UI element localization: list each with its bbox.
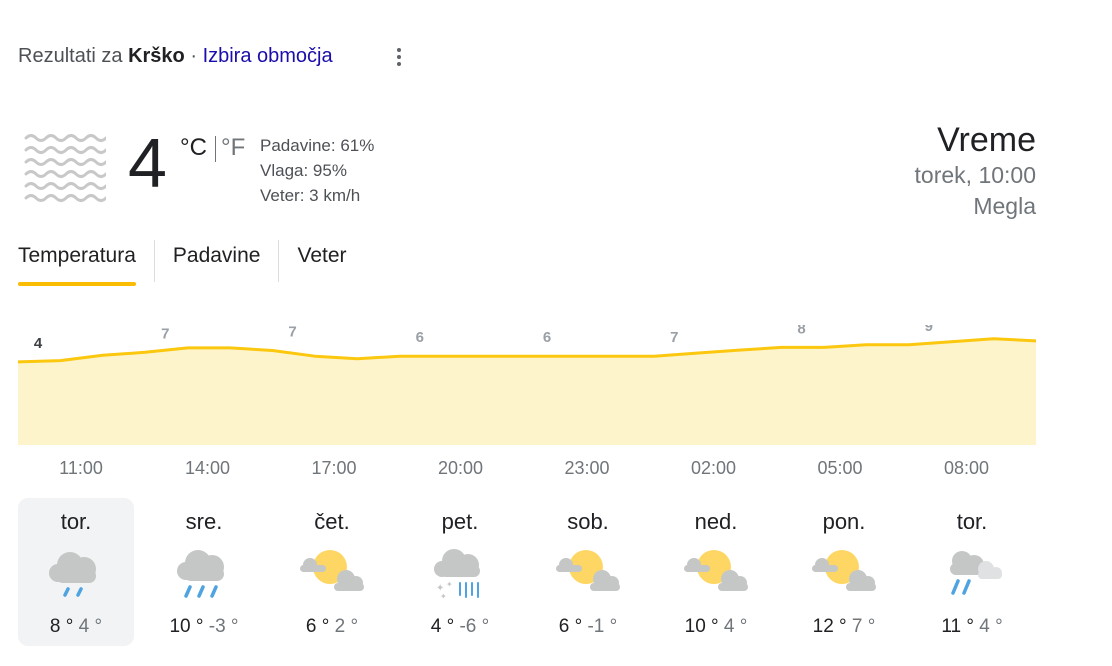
hour-label: 23:00 [564, 458, 610, 478]
day-high-temp: 12 ° [812, 616, 847, 637]
day-temps: 10 ° -3 ° [146, 616, 262, 638]
day-temps: 6 ° -1 ° [530, 616, 646, 638]
day-card[interactable]: čet. 6 ° 2 ° [274, 498, 390, 646]
day-low-temp: 4 ° [979, 616, 1003, 637]
day-card[interactable]: tor. 11 ° 4 ° [914, 498, 1030, 646]
results-prefix: Rezultati za [18, 45, 123, 67]
day-low-temp: -3 ° [208, 616, 239, 637]
heavy-rain-icon [177, 550, 224, 598]
daily-forecast: tor. 8 ° 4 ° sre. 10 ° -3 ° čet. 6 ° 2 ° pet. ✦… [18, 498, 1036, 648]
day-high-temp: 6 ° [558, 616, 583, 637]
temperature-data-label: 4 [34, 335, 43, 352]
hour-axis: 11:00 14:00 17:00 20:00 23:00 02:00 05:00 08:00 [18, 458, 1036, 484]
results-line: Rezultati za Krško · Izbira območja [18, 45, 333, 68]
location-name: Krško [128, 45, 185, 67]
weather-title: Vreme [937, 121, 1036, 159]
day-card[interactable]: sre. 10 ° -3 ° [146, 498, 262, 646]
day-high-temp: 6 ° [305, 616, 330, 637]
day-card[interactable]: pon. 12 ° 7 ° [786, 498, 902, 646]
weather-datetime: torek, 10:00 [914, 162, 1036, 188]
temperature-data-label: 7 [288, 325, 296, 341]
showers-icon [950, 551, 1002, 595]
hour-label: 17:00 [311, 458, 357, 478]
day-high-temp: 4 ° [430, 616, 455, 637]
day-temps: 4 ° -6 ° [402, 616, 518, 638]
unit-celsius-button[interactable]: °C [180, 134, 207, 162]
day-name: sob. [567, 509, 609, 534]
unit-divider [215, 136, 216, 162]
temperature-data-label: 8 [797, 325, 805, 337]
day-name: tor. [956, 509, 988, 534]
weather-condition: Megla [973, 193, 1036, 219]
day-temps: 6 ° 2 ° [274, 616, 390, 638]
weather-details: Padavine: 61% Vlaga: 95% Veter: 3 km/h [260, 133, 374, 208]
day-low-temp: 2 ° [334, 616, 359, 637]
tab-padavine[interactable]: Padavine [153, 240, 279, 282]
temperature-data-label: 7 [161, 325, 169, 342]
unit-fahrenheit-button[interactable]: °F [221, 134, 245, 162]
day-high-temp: 10 ° [684, 616, 719, 637]
partly-cloudy-icon [812, 550, 876, 591]
hour-label: 14:00 [184, 458, 231, 478]
hour-label: 08:00 [943, 458, 990, 478]
day-high-temp: 10 ° [169, 616, 204, 637]
day-low-temp: -1 ° [587, 616, 618, 637]
temperature-area [18, 338, 1036, 445]
day-low-temp: -6 ° [459, 616, 490, 637]
day-card[interactable]: ned. 10 ° 4 ° [658, 498, 774, 646]
day-temps: 12 ° 7 ° [786, 616, 902, 638]
tab-temperatura[interactable]: Temperatura [18, 240, 154, 286]
day-high-temp: 11 ° [941, 616, 974, 637]
separator-dot: · [190, 45, 197, 67]
day-name: ned. [694, 509, 738, 534]
partly-cloudy-icon [556, 550, 620, 591]
day-temps: 10 ° 4 ° [658, 616, 774, 638]
day-card[interactable]: sob. 6 ° -1 ° [530, 498, 646, 646]
temperature-data-label: 6 [416, 329, 424, 346]
day-low-temp: 7 ° [851, 616, 876, 637]
more-vert-icon[interactable] [388, 45, 410, 71]
day-low-temp: 4 ° [78, 616, 103, 637]
hour-label: 05:00 [817, 458, 863, 478]
day-name: pet. [441, 509, 479, 534]
day-card[interactable]: pet. ✦ ✦ ✦ 4 ° -6 ° [402, 498, 518, 646]
humidity-text: Vlaga: 95% [260, 161, 347, 180]
temperature-data-label: 7 [670, 329, 678, 346]
day-temps: 8 ° 4 ° [18, 616, 134, 638]
day-temps: 11 ° 4 ° [914, 616, 1030, 638]
partly-cloudy-icon [684, 550, 748, 591]
wind-text: Veter: 3 km/h [260, 186, 361, 205]
svg-text:✦: ✦ [446, 580, 453, 589]
rain-snow-icon: ✦ ✦✦ [434, 549, 480, 601]
day-card[interactable]: tor. 8 ° 4 ° [18, 498, 134, 646]
hour-label: 11:00 [59, 458, 103, 478]
day-high-temp: 8 ° [49, 616, 74, 637]
temperature-chart: 4 7 7 6 6 7 8 9 [18, 325, 1036, 445]
current-temperature: 4 [128, 124, 167, 202]
day-name: tor. [60, 509, 92, 534]
hour-label: 20:00 [437, 458, 484, 478]
day-low-temp: 4 ° [723, 616, 748, 637]
day-name: pon. [822, 509, 866, 534]
temperature-data-label: 6 [543, 329, 551, 346]
precipitation-text: Padavine: 61% [260, 136, 375, 155]
temperature-data-label: 9 [925, 325, 933, 335]
fog-icon [24, 134, 106, 202]
chart-tabs: Temperatura Padavine Veter [18, 240, 365, 286]
rain-icon [49, 552, 96, 597]
weather-summary: Vreme torek, 10:00 Megla [915, 120, 1036, 222]
day-name: sre. [185, 509, 223, 534]
change-location-link[interactable]: Izbira območja [203, 45, 333, 67]
tab-veter[interactable]: Veter [278, 240, 364, 282]
hour-label: 02:00 [690, 458, 737, 478]
partly-cloudy-icon [300, 550, 364, 591]
day-name: čet. [314, 509, 350, 534]
svg-text:✦: ✦ [440, 592, 447, 601]
